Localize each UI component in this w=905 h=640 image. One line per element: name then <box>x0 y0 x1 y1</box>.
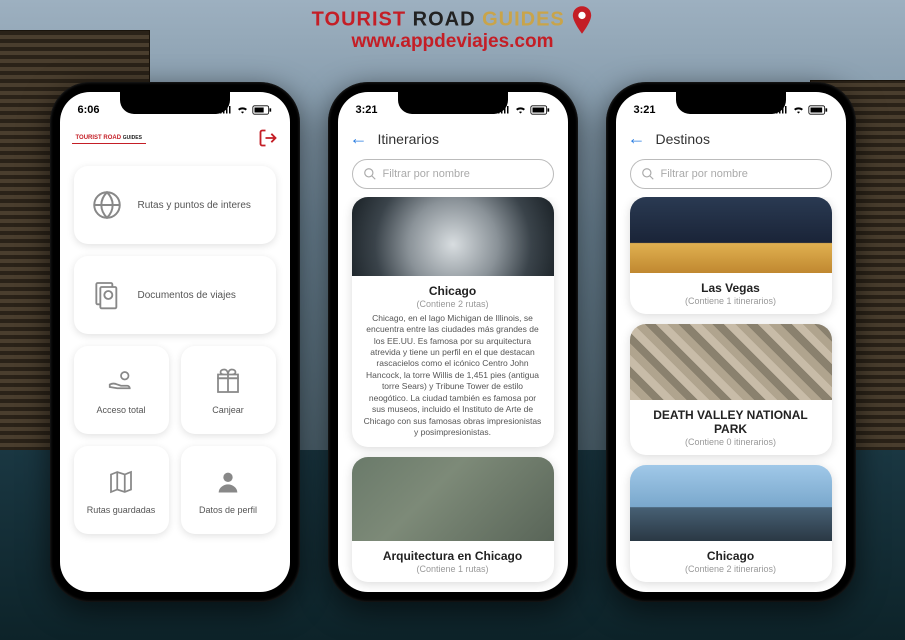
gift-icon <box>211 365 245 399</box>
search-placeholder: Filtrar por nombre <box>383 168 470 180</box>
card-subtitle: (Contiene 1 rutas) <box>362 564 544 574</box>
itineraries-list[interactable]: Chicago (Contiene 2 rutas) Chicago, en e… <box>338 197 568 592</box>
menu-travel-docs[interactable]: Documentos de viajes <box>74 256 276 334</box>
app-bar: TOURIST ROAD GUIDES <box>60 122 290 152</box>
destination-card-chicago[interactable]: Chicago (Contiene 2 itinerarios) <box>630 465 832 582</box>
home-content: Rutas y puntos de interes Documentos de … <box>60 152 290 592</box>
card-description: Chicago, en el lago Michigan de Illinois… <box>362 313 544 439</box>
card-title: Chicago <box>640 549 822 563</box>
status-time: 3:21 <box>634 104 656 116</box>
card-image <box>352 457 554 541</box>
logout-icon[interactable] <box>258 128 278 148</box>
menu-saved-routes[interactable]: Rutas guardadas <box>74 446 169 534</box>
card-image <box>630 465 832 541</box>
app-logo: TOURIST ROAD GUIDES <box>72 133 146 144</box>
search-icon <box>641 167 655 181</box>
phone-notch <box>398 92 508 114</box>
app-bar: ← Destinos <box>616 122 846 153</box>
status-time: 6:06 <box>78 104 100 116</box>
menu-label: Datos de perfil <box>199 505 257 515</box>
card-image <box>630 197 832 273</box>
search-placeholder: Filtrar por nombre <box>661 168 748 180</box>
menu-label: Acceso total <box>96 405 145 415</box>
hand-coin-icon <box>104 365 138 399</box>
search-icon <box>363 167 377 181</box>
menu-label: Rutas guardadas <box>87 505 156 515</box>
brand-word-road: ROAD <box>413 8 476 30</box>
card-title: Las Vegas <box>640 281 822 295</box>
destination-card-las-vegas[interactable]: Las Vegas (Contiene 1 itinerarios) <box>630 197 832 314</box>
menu-label: Canjear <box>212 405 244 415</box>
route-map-icon <box>104 465 138 499</box>
status-time: 3:21 <box>356 104 378 116</box>
brand-header: TOURIST ROAD GUIDES www.appdeviajes.com <box>0 6 905 53</box>
search-input[interactable]: Filtrar por nombre <box>630 159 832 189</box>
card-title: DEATH VALLEY NATIONAL PARK <box>640 408 822 436</box>
card-image <box>352 197 554 276</box>
brand-url: www.appdeviajes.com <box>0 31 905 53</box>
phone-notch <box>120 92 230 114</box>
search-input[interactable]: Filtrar por nombre <box>352 159 554 189</box>
menu-profile[interactable]: Datos de perfil <box>181 446 276 534</box>
globe-icon <box>90 188 124 222</box>
card-subtitle: (Contiene 2 rutas) <box>362 299 544 309</box>
back-icon[interactable]: ← <box>350 128 368 149</box>
menu-redeem[interactable]: Canjear <box>181 346 276 434</box>
screen-title: Itinerarios <box>378 131 439 147</box>
phone-mockup-destinations: 3:21 ← Destinos Filtrar por nombre <box>606 82 856 602</box>
phone-notch <box>676 92 786 114</box>
card-subtitle: (Contiene 0 itinerarios) <box>640 437 822 447</box>
card-image <box>630 324 832 399</box>
menu-label: Documentos de viajes <box>138 290 236 301</box>
passport-icon <box>90 278 124 312</box>
card-title: Chicago <box>362 284 544 298</box>
back-icon[interactable]: ← <box>628 128 646 149</box>
destination-card-death-valley[interactable]: DEATH VALLEY NATIONAL PARK (Contiene 0 i… <box>630 324 832 454</box>
itinerary-card-chicago[interactable]: Chicago (Contiene 2 rutas) Chicago, en e… <box>352 197 554 447</box>
destinations-list[interactable]: Las Vegas (Contiene 1 itinerarios) DEATH… <box>616 197 846 592</box>
person-icon <box>211 465 245 499</box>
screen-title: Destinos <box>656 131 710 147</box>
menu-routes[interactable]: Rutas y puntos de interes <box>74 166 276 244</box>
itinerary-card-architecture[interactable]: Arquitectura en Chicago (Contiene 1 ruta… <box>352 457 554 582</box>
menu-full-access[interactable]: Acceso total <box>74 346 169 434</box>
map-pin-icon <box>571 6 593 34</box>
brand-word-guides: GUIDES <box>482 8 565 30</box>
brand-word-tourist: TOURIST <box>312 8 406 30</box>
card-subtitle: (Contiene 1 itinerarios) <box>640 296 822 306</box>
phone-mockup-home: 6:06 TOURIST ROAD GUIDES <box>50 82 300 602</box>
phone-mockup-itineraries: 3:21 ← Itinerarios Filtrar por nombre <box>328 82 578 602</box>
card-subtitle: (Contiene 2 itinerarios) <box>640 564 822 574</box>
card-title: Arquitectura en Chicago <box>362 549 544 563</box>
app-bar: ← Itinerarios <box>338 122 568 153</box>
menu-label: Rutas y puntos de interes <box>138 200 251 211</box>
